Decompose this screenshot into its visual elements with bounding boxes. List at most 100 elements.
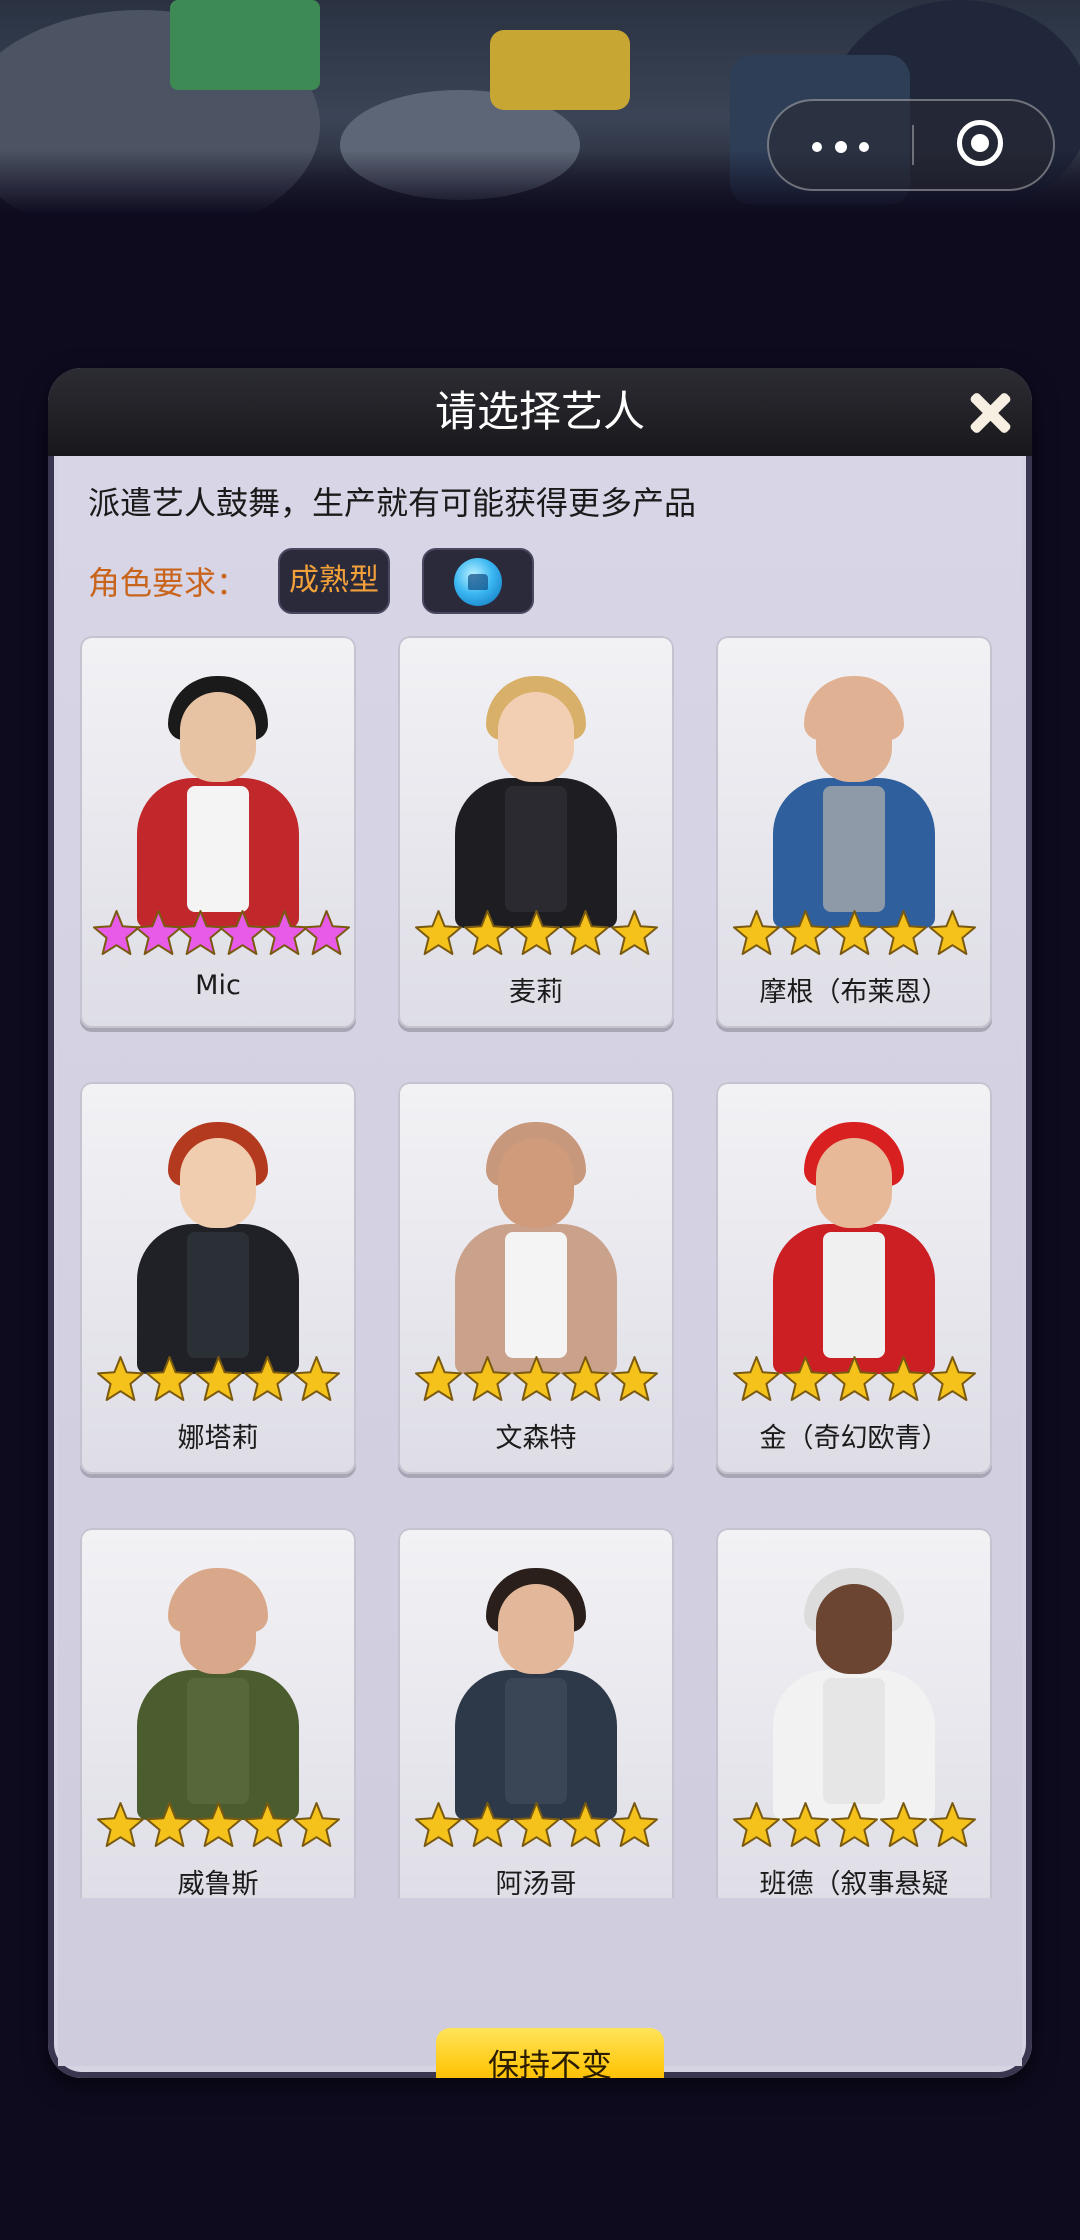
star-rating xyxy=(412,1354,660,1404)
star-rating xyxy=(94,1800,342,1850)
star-rating xyxy=(730,908,978,958)
star-icon xyxy=(414,908,463,958)
artist-card[interactable]: 威鲁斯 xyxy=(80,1528,356,1898)
star-icon xyxy=(176,908,224,958)
star-icon xyxy=(928,908,977,958)
artist-name: 娜塔莉 xyxy=(177,1423,259,1454)
artist-name: 摩根（布莱恩） xyxy=(759,977,949,1008)
artist-card[interactable]: 麦莉 xyxy=(398,636,674,1028)
star-rating xyxy=(412,1800,660,1850)
star-icon xyxy=(145,1354,194,1404)
star-icon xyxy=(463,908,512,958)
star-icon xyxy=(561,1354,610,1404)
artist-card[interactable]: 金（奇幻欧青） xyxy=(716,1082,992,1474)
star-icon xyxy=(512,1354,561,1404)
artist-portrait xyxy=(441,1562,631,1820)
star-rating xyxy=(412,908,660,958)
star-icon xyxy=(610,1800,659,1850)
select-artist-dialog: 请选择艺人 派遣艺人鼓舞，生产就有可能获得更多产品 角色要求： 成熟型 Mic 麦… xyxy=(48,368,1032,2078)
star-icon xyxy=(194,1354,243,1404)
star-icon xyxy=(928,1354,977,1404)
star-icon xyxy=(243,1800,292,1850)
star-icon xyxy=(879,1354,928,1404)
star-icon xyxy=(292,1800,341,1850)
artist-portrait xyxy=(441,670,631,928)
artist-card[interactable]: Mic xyxy=(80,636,356,1028)
star-rating xyxy=(730,1354,978,1404)
artist-card[interactable]: 摩根（布莱恩） xyxy=(716,636,992,1028)
artist-name: 威鲁斯 xyxy=(177,1869,259,1898)
star-icon xyxy=(732,1800,781,1850)
artist-name: 文森特 xyxy=(495,1423,577,1454)
star-icon xyxy=(781,1800,830,1850)
dot-icon xyxy=(812,142,822,152)
star-icon xyxy=(414,1800,463,1850)
star-icon xyxy=(134,908,182,958)
star-icon xyxy=(928,1800,977,1850)
star-icon xyxy=(561,908,610,958)
dot-icon xyxy=(859,142,869,152)
star-icon xyxy=(512,908,561,958)
artist-portrait xyxy=(123,1562,313,1820)
artist-name: 金（奇幻欧青） xyxy=(759,1423,949,1454)
star-icon xyxy=(414,1354,463,1404)
close-miniprogram-button[interactable] xyxy=(915,101,1053,189)
artist-portrait xyxy=(123,670,313,928)
scene-green-screen xyxy=(170,0,320,90)
star-icon xyxy=(463,1354,512,1404)
star-icon xyxy=(194,1800,243,1850)
star-icon xyxy=(218,908,266,958)
star-icon xyxy=(830,1354,879,1404)
star-icon xyxy=(96,1800,145,1850)
artist-name: Mic xyxy=(195,970,241,1001)
artist-card[interactable]: 文森特 xyxy=(398,1082,674,1474)
artist-portrait xyxy=(441,1116,631,1374)
artist-card[interactable]: 娜塔莉 xyxy=(80,1082,356,1474)
requirement-tag-mature: 成熟型 xyxy=(278,548,390,614)
album-icon xyxy=(454,558,502,606)
star-icon xyxy=(561,1800,610,1850)
artist-portrait xyxy=(759,670,949,928)
star-icon xyxy=(302,908,350,958)
close-button[interactable] xyxy=(966,390,1012,436)
artist-portrait xyxy=(759,1116,949,1374)
more-options-button[interactable] xyxy=(769,101,911,189)
requirement-tag-icon xyxy=(422,548,534,614)
star-icon xyxy=(781,908,830,958)
artist-name: 班德（叙事悬疑 xyxy=(759,1869,949,1898)
artist-portrait xyxy=(759,1562,949,1820)
scene-yellow-prop xyxy=(490,30,630,110)
artist-name: 麦莉 xyxy=(509,977,563,1008)
dot-icon xyxy=(835,141,847,153)
star-rating xyxy=(92,908,350,958)
star-icon xyxy=(292,1354,341,1404)
star-icon xyxy=(781,1354,830,1404)
star-icon xyxy=(96,1354,145,1404)
star-icon xyxy=(463,1800,512,1850)
requirement-label: 角色要求： xyxy=(88,564,249,602)
artist-name: 阿汤哥 xyxy=(495,1869,577,1898)
dialog-title: 请选择艺人 xyxy=(434,387,645,436)
keep-unchanged-button[interactable]: 保持不变 xyxy=(436,2028,664,2078)
star-icon xyxy=(732,908,781,958)
star-icon xyxy=(610,908,659,958)
star-rating xyxy=(94,1354,342,1404)
star-icon xyxy=(830,1800,879,1850)
star-icon xyxy=(243,1354,292,1404)
star-icon xyxy=(92,908,140,958)
star-rating xyxy=(730,1800,978,1850)
star-icon xyxy=(260,908,308,958)
artist-card[interactable]: 阿汤哥 xyxy=(398,1528,674,1898)
artist-card[interactable]: 班德（叙事悬疑 xyxy=(716,1528,992,1898)
star-icon xyxy=(145,1800,194,1850)
star-icon xyxy=(732,1354,781,1404)
dialog-body: 派遣艺人鼓舞，生产就有可能获得更多产品 角色要求： 成熟型 Mic 麦莉 摩根（布莱… xyxy=(58,456,1022,2078)
mini-program-capsule xyxy=(767,99,1055,191)
dialog-header: 请选择艺人 xyxy=(48,368,1032,456)
dialog-description: 派遣艺人鼓舞，生产就有可能获得更多产品 xyxy=(88,484,697,522)
artist-portrait xyxy=(123,1116,313,1374)
star-icon xyxy=(879,908,928,958)
artist-grid: Mic 麦莉 摩根（布莱恩） 娜塔莉 文森特 金（奇幻欧青） 威鲁斯 阿汤哥 班德（叙事悬疑 xyxy=(58,636,1022,1898)
star-icon xyxy=(830,908,879,958)
star-icon xyxy=(512,1800,561,1850)
